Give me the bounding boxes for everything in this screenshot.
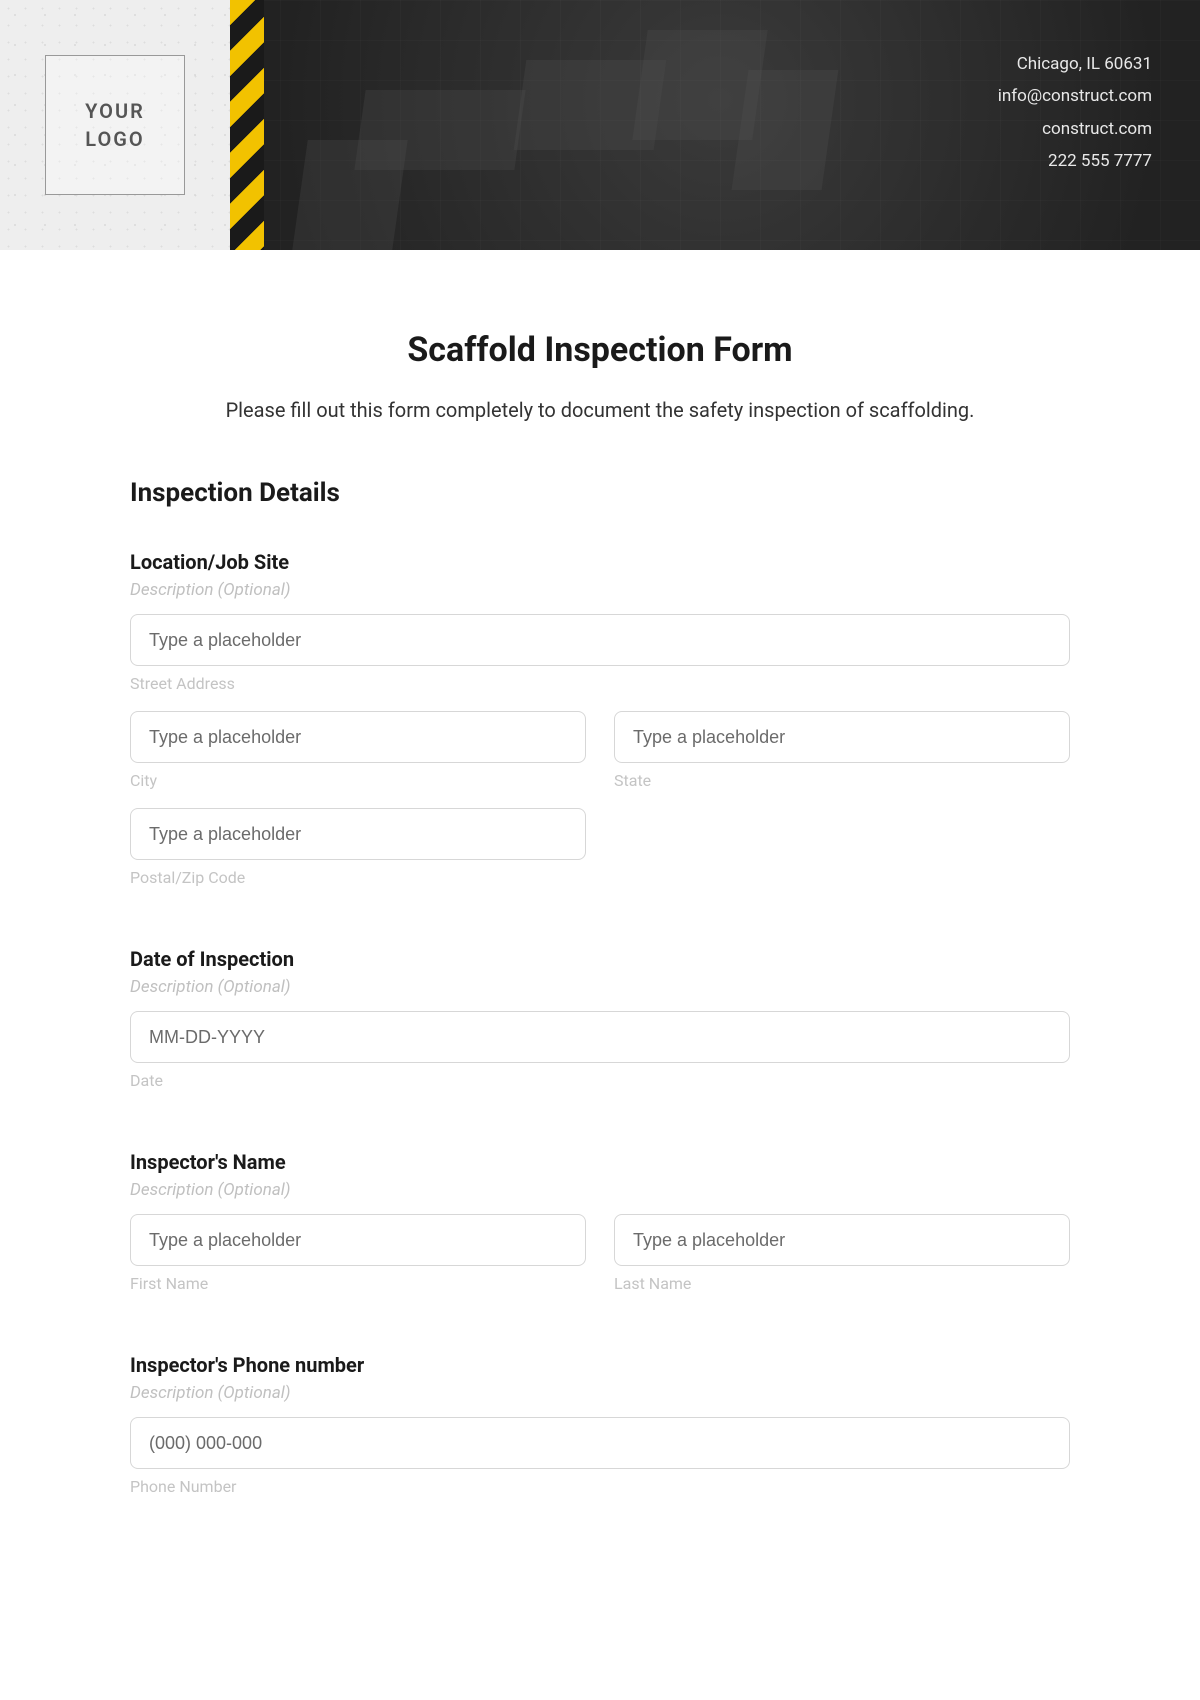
field-label-location: Location/Job Site <box>130 550 1070 574</box>
field-group-inspector-name: Inspector's Name Description (Optional) … <box>130 1150 1070 1305</box>
hazard-stripe <box>230 0 264 250</box>
contact-email: info@construct.com <box>998 80 1152 112</box>
form-body: Scaffold Inspection Form Please fill out… <box>0 250 1200 1576</box>
field-group-date: Date of Inspection Description (Optional… <box>130 947 1070 1102</box>
field-label-inspector: Inspector's Name <box>130 1150 1070 1174</box>
sublabel-street: Street Address <box>130 674 1070 693</box>
page-subtitle: Please fill out this form completely to … <box>130 398 1070 422</box>
page-title: Scaffold Inspection Form <box>130 330 1070 370</box>
contact-website: construct.com <box>998 113 1152 145</box>
state-input[interactable] <box>614 711 1070 763</box>
phone-input[interactable] <box>130 1417 1070 1469</box>
field-label-date: Date of Inspection <box>130 947 1070 971</box>
header-banner: YOUR LOGO Chicago, IL 60631 info@constru… <box>0 0 1200 250</box>
decor-block <box>292 140 407 250</box>
sublabel-last-name: Last Name <box>614 1274 1070 1293</box>
city-input[interactable] <box>130 711 586 763</box>
field-label-phone: Inspector's Phone number <box>130 1353 1070 1377</box>
section-title-inspection-details: Inspection Details <box>130 478 1070 508</box>
decor-block <box>732 70 839 190</box>
sublabel-state: State <box>614 771 1070 790</box>
contact-address: Chicago, IL 60631 <box>998 48 1152 80</box>
field-desc: Description (Optional) <box>130 1180 1070 1200</box>
sublabel-first-name: First Name <box>130 1274 586 1293</box>
sublabel-city: City <box>130 771 586 790</box>
contact-phone: 222 555 7777 <box>998 145 1152 177</box>
sublabel-phone: Phone Number <box>130 1477 1070 1496</box>
logo-column: YOUR LOGO <box>0 0 230 250</box>
contact-block: Chicago, IL 60631 info@construct.com con… <box>998 48 1152 177</box>
first-name-input[interactable] <box>130 1214 586 1266</box>
field-group-inspector-phone: Inspector's Phone number Description (Op… <box>130 1353 1070 1508</box>
street-address-input[interactable] <box>130 614 1070 666</box>
sublabel-zip: Postal/Zip Code <box>130 868 586 887</box>
date-input[interactable] <box>130 1011 1070 1063</box>
logo-placeholder: YOUR LOGO <box>45 55 185 195</box>
sublabel-date: Date <box>130 1071 1070 1090</box>
zip-input[interactable] <box>130 808 586 860</box>
last-name-input[interactable] <box>614 1214 1070 1266</box>
field-desc: Description (Optional) <box>130 580 1070 600</box>
field-group-location: Location/Job Site Description (Optional)… <box>130 550 1070 899</box>
field-desc: Description (Optional) <box>130 1383 1070 1403</box>
field-desc: Description (Optional) <box>130 977 1070 997</box>
